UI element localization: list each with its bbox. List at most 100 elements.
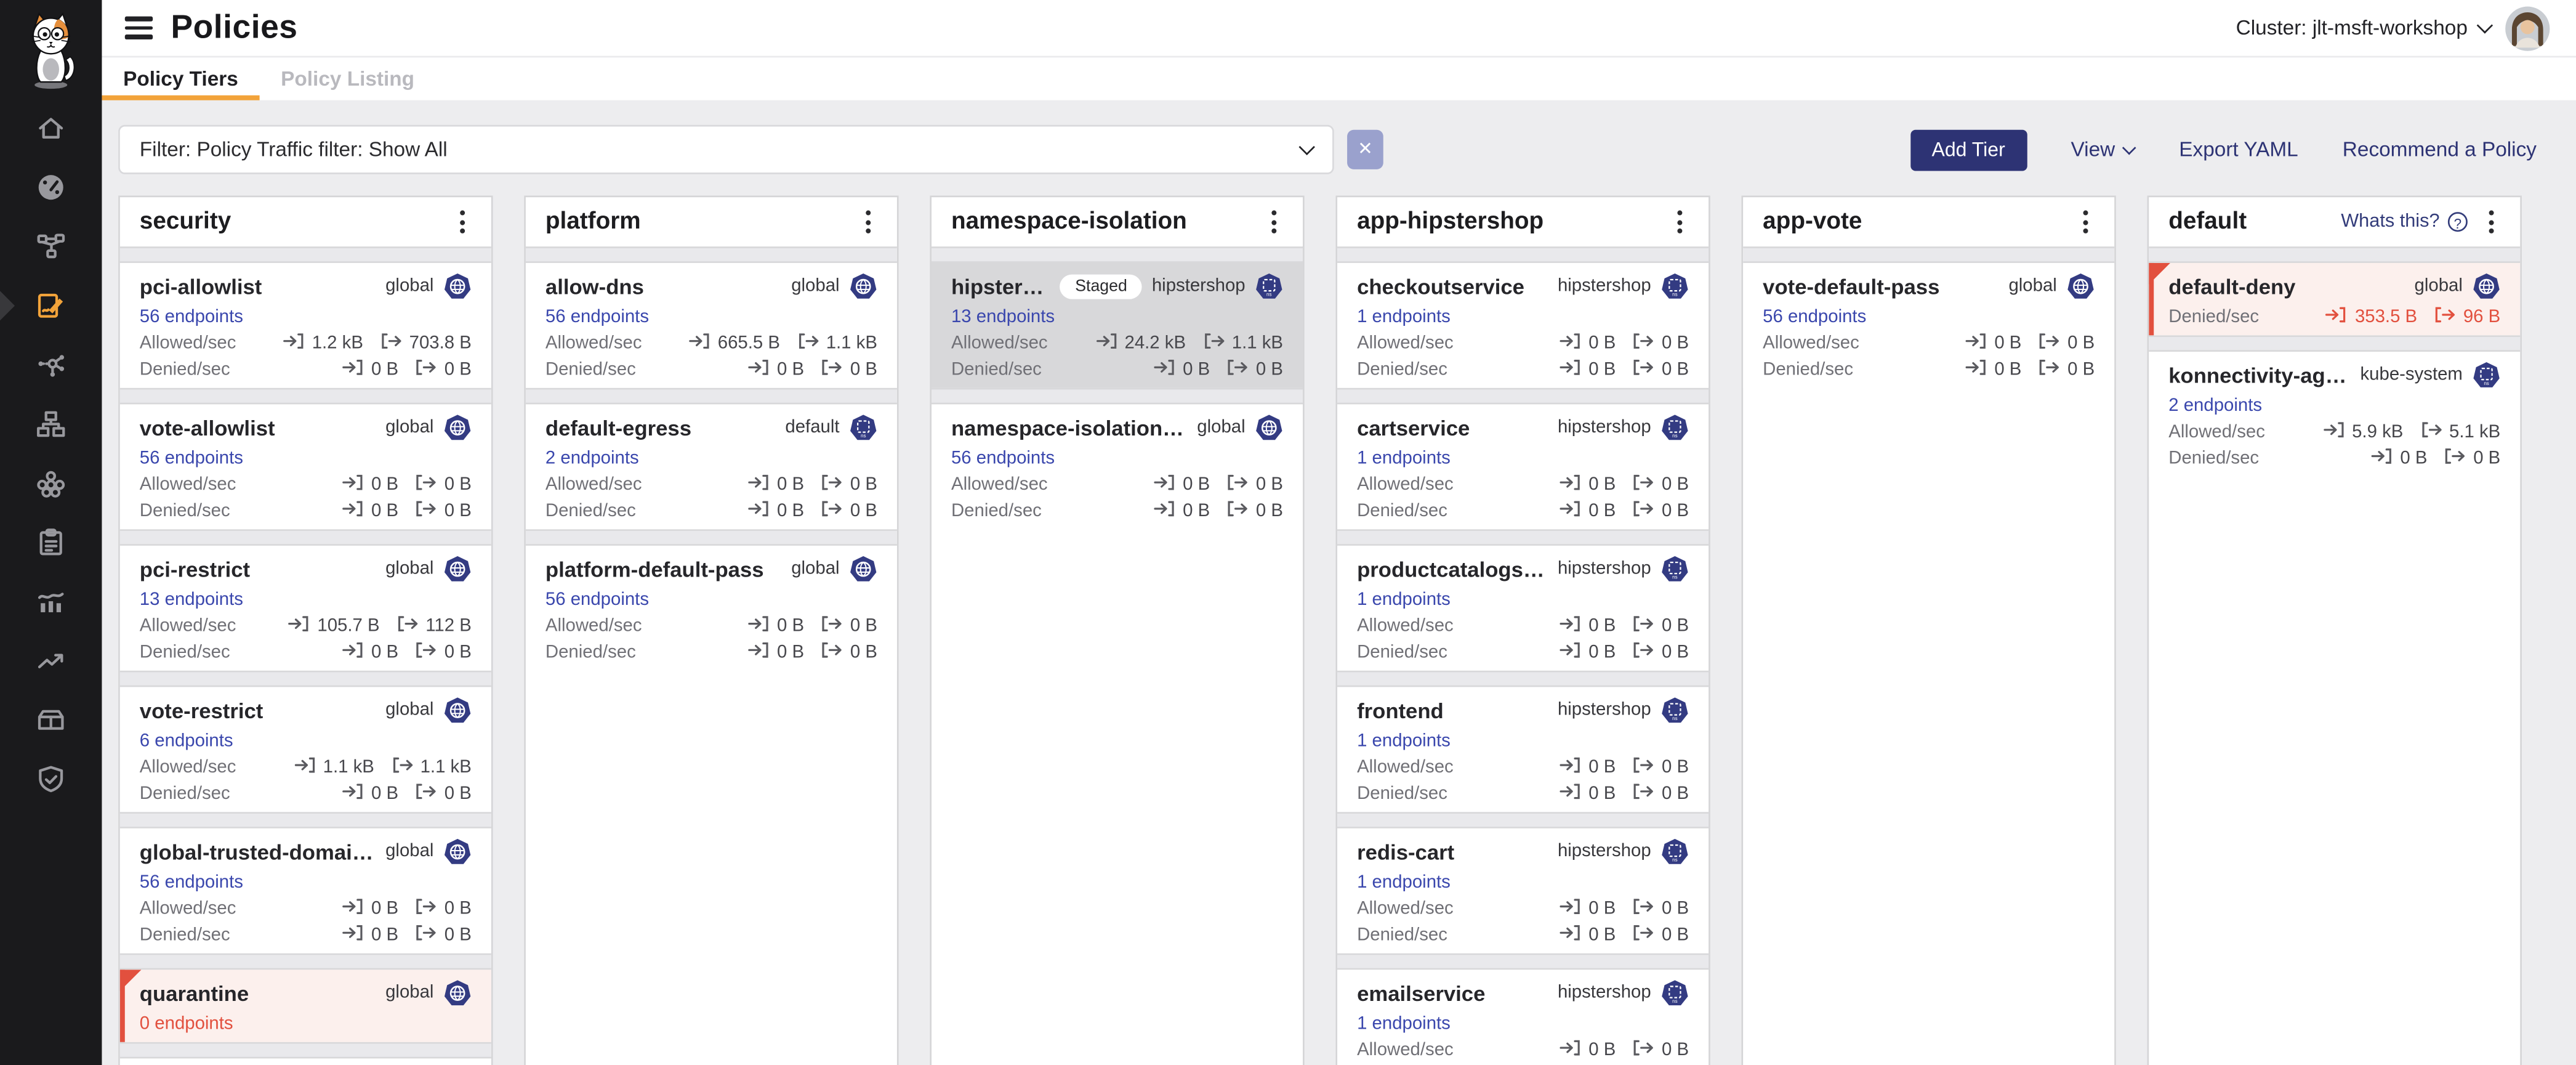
endpoints-link[interactable]: 56 endpoints <box>951 448 1283 468</box>
tier-menu-button[interactable] <box>2077 206 2095 238</box>
sidebar-item-trend-arrow[interactable] <box>0 631 102 690</box>
policy-name: quarantine <box>140 981 376 1005</box>
policy-card[interactable]: productcatalogservice hipstershop ns 1 e… <box>1337 546 1709 671</box>
ingress-icon <box>747 641 770 664</box>
sidebar-item-home[interactable] <box>0 99 102 158</box>
tier-menu-button[interactable] <box>2482 206 2500 238</box>
denied-egress-value: 0 B <box>1662 501 1689 521</box>
policy-card[interactable]: konnectivity-agent kube-system ns 2 endp… <box>2149 352 2520 477</box>
denied-egress-value: 0 B <box>445 642 472 662</box>
endpoints-link[interactable]: 6 endpoints <box>140 731 472 751</box>
tier-menu-button[interactable] <box>453 206 471 238</box>
sidebar-item-policies-document[interactable] <box>0 276 102 335</box>
denied-egress-value: 0 B <box>445 360 472 379</box>
policy-scope: global <box>2008 276 2056 296</box>
policy-traffic-filter-select[interactable]: Filter: Policy Traffic filter: Show All <box>118 125 1334 174</box>
ingress-icon <box>342 924 364 947</box>
card-divider <box>120 954 491 970</box>
policy-card[interactable]: hipstershop-gh… Staged hipstershop ns 13… <box>932 263 1303 388</box>
view-menu-button[interactable]: View <box>2071 138 2135 161</box>
policy-card[interactable]: checkoutservice hipstershop ns 1 endpoin… <box>1337 263 1709 388</box>
clear-filter-button[interactable]: ✕ <box>1347 130 1383 169</box>
namespace-scope-icon: ns <box>1255 272 1283 300</box>
denied-per-sec-row: Denied/sec 0 B 0 B <box>140 501 472 521</box>
policy-card[interactable]: default-deny global Denied/sec 353.5 B 9… <box>2149 263 2520 335</box>
policy-card[interactable]: namespace-isolation-default-p… global 56… <box>932 404 1303 529</box>
endpoints-link[interactable]: 2 endpoints <box>545 448 877 468</box>
endpoints-link[interactable]: 56 endpoints <box>140 448 472 468</box>
policy-card[interactable]: security-default-pass global <box>120 1058 491 1065</box>
endpoints-link[interactable]: 1 endpoints <box>1357 873 1689 893</box>
policy-card[interactable]: vote-restrict global 6 endpoints Allowed… <box>120 687 491 812</box>
policy-card[interactable]: vote-default-pass global 56 endpoints Al… <box>1743 263 2114 388</box>
sidebar-item-dashboard-gauge[interactable] <box>0 158 102 217</box>
tier-menu-button[interactable] <box>859 206 877 238</box>
sidebar-item-storage-box[interactable] <box>0 690 102 750</box>
recommend-policy-button[interactable]: Recommend a Policy <box>2343 138 2537 161</box>
policy-card[interactable]: emailservice hipstershop ns 1 endpoints … <box>1337 970 1709 1065</box>
global-scope-icon <box>443 979 471 1006</box>
allowed-per-sec-row: Allowed/sec 1.2 kB 703.8 B <box>140 334 472 354</box>
policy-card[interactable]: cartservice hipstershop ns 1 endpoints A… <box>1337 404 1709 529</box>
sidebar-item-endpoint-cluster[interactable] <box>0 453 102 512</box>
denied-egress-value: 0 B <box>1662 360 1689 379</box>
endpoints-link[interactable]: 56 endpoints <box>545 307 877 327</box>
export-yaml-button[interactable]: Export YAML <box>2179 138 2298 161</box>
policy-card[interactable]: vote-allowlist global 56 endpoints Allow… <box>120 404 491 529</box>
add-tier-button[interactable]: Add Tier <box>1910 129 2027 170</box>
svg-text:ns: ns <box>1672 432 1677 438</box>
endpoints-link[interactable]: 13 endpoints <box>951 307 1283 327</box>
tier-name: app-vote <box>1763 209 1862 235</box>
policy-card[interactable]: quarantine global 0 endpoints <box>120 970 491 1042</box>
endpoints-link[interactable]: 56 endpoints <box>545 590 877 610</box>
home-icon <box>34 111 67 144</box>
hamburger-menu-icon[interactable] <box>125 17 153 39</box>
ingress-icon <box>342 641 364 664</box>
endpoints-link[interactable]: 1 endpoints <box>1357 1014 1689 1034</box>
filter-value: Filter: Policy Traffic filter: Show All <box>140 138 448 161</box>
policy-tier-column: app-vote ? vote-default-pass global 56 e… <box>1741 196 2115 1065</box>
user-avatar[interactable] <box>2505 6 2550 50</box>
endpoints-link[interactable]: 13 endpoints <box>140 590 472 610</box>
ingress-icon <box>342 473 364 496</box>
denied-per-sec-row: Denied/sec 0 B 0 B <box>140 360 472 379</box>
denied-per-sec-row: Denied/sec 0 B 0 B <box>140 784 472 804</box>
policy-card[interactable]: frontend hipstershop ns 1 endpoints Allo… <box>1337 687 1709 812</box>
policy-card[interactable]: redis-cart hipstershop ns 1 endpoints Al… <box>1337 828 1709 954</box>
policy-card[interactable]: pci-allowlist global 56 endpoints Allowe… <box>120 263 491 388</box>
sidebar-item-network-molecule[interactable] <box>0 335 102 394</box>
endpoints-link[interactable]: 1 endpoints <box>1357 307 1689 327</box>
endpoints-link[interactable]: 1 endpoints <box>1357 448 1689 468</box>
policy-card[interactable]: allow-dns global 56 endpoints Allowed/se… <box>526 263 897 388</box>
chevron-down-icon <box>2123 140 2137 154</box>
whats-this-link[interactable]: Whats this? ? <box>2341 212 2468 232</box>
cluster-selector[interactable]: Cluster: jlt-msft-workshop <box>2236 17 2491 39</box>
endpoints-link[interactable]: 56 endpoints <box>140 307 472 327</box>
tier-menu-button[interactable] <box>1671 206 1689 238</box>
ingress-icon <box>747 358 770 381</box>
tier-menu-button[interactable] <box>1265 206 1283 238</box>
endpoints-link[interactable]: 1 endpoints <box>1357 590 1689 610</box>
endpoints-link[interactable]: 56 endpoints <box>1763 307 2095 327</box>
tier-header: security ? <box>120 197 491 246</box>
endpoints-link[interactable]: 1 endpoints <box>1357 731 1689 751</box>
allowed-ingress-value: 1.2 kB <box>312 334 363 354</box>
policy-scope: global <box>385 841 433 861</box>
endpoints-link[interactable]: 2 endpoints <box>2168 396 2500 416</box>
policy-card[interactable]: pci-restrict global 13 endpoints Allowed… <box>120 546 491 671</box>
tab-policy-listing[interactable]: Policy Listing <box>259 57 435 100</box>
sidebar-item-shield-check[interactable] <box>0 750 102 809</box>
endpoints-link[interactable]: 0 endpoints <box>140 1014 472 1034</box>
denied-ingress-value: 0 B <box>1588 642 1616 662</box>
ingress-icon <box>1559 756 1582 779</box>
policy-card[interactable]: default-egress default ns 2 endpoints Al… <box>526 404 897 529</box>
endpoints-link[interactable]: 56 endpoints <box>140 873 472 893</box>
tab-policy-tiers[interactable]: Policy Tiers <box>102 57 259 100</box>
sidebar-item-traffic-chart[interactable] <box>0 572 102 631</box>
policy-card[interactable]: platform-default-pass global 56 endpoint… <box>526 546 897 671</box>
sidebar-item-service-graph[interactable] <box>0 217 102 276</box>
policy-card[interactable]: global-trusted-domains global 56 endpoin… <box>120 828 491 954</box>
sidebar-item-compliance-clipboard[interactable] <box>0 513 102 572</box>
denied-per-sec-row: Denied/sec 353.5 B 96 B <box>2168 307 2500 327</box>
sidebar-item-sitemap[interactable] <box>0 394 102 453</box>
